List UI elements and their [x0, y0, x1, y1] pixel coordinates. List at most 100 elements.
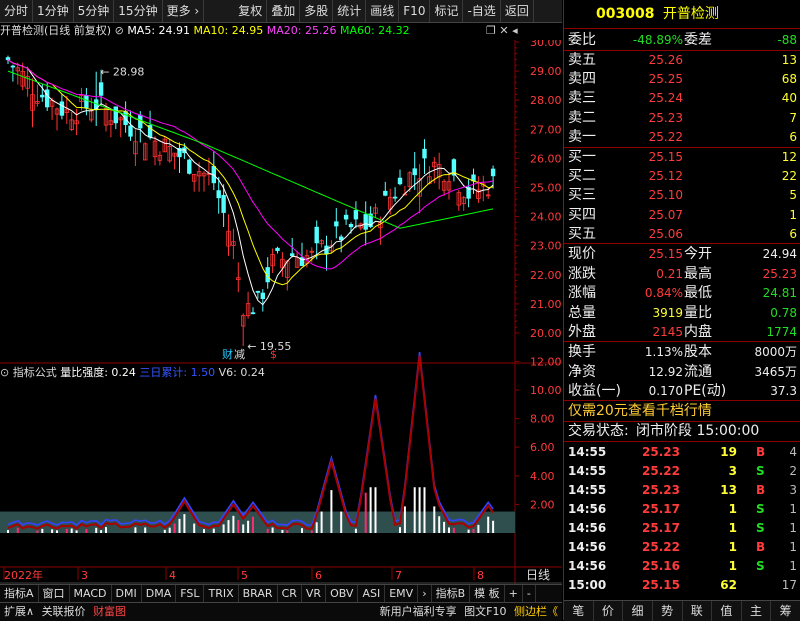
indicator-tab-14[interactable]: 指标B	[432, 585, 471, 602]
toolbar-item-5[interactable]: 复权	[234, 0, 268, 22]
price-axis-label: 22.00	[530, 269, 562, 282]
event-marker-dollar[interactable]: $	[270, 348, 277, 361]
indicator-tab-1[interactable]: 窗口	[39, 585, 70, 602]
period-label[interactable]: 日线	[526, 568, 550, 582]
indicator-tab-0[interactable]: 指标A	[0, 585, 39, 602]
toolbar-item-4[interactable]: 更多 ›	[163, 0, 205, 22]
indicator-tab-10[interactable]: OBV	[326, 585, 359, 602]
candle-body	[5, 57, 11, 61]
ma5-line	[7, 59, 494, 306]
detail-tab-6[interactable]: 主	[742, 601, 772, 621]
expand-button[interactable]: 扩展∧	[4, 605, 34, 618]
toolbar-item-3[interactable]: 15分钟	[114, 0, 163, 22]
detail-tab-4[interactable]: 联	[683, 601, 713, 621]
detail-tab-5[interactable]: 值	[712, 601, 742, 621]
indicator-tab-5[interactable]: FSL	[176, 585, 205, 602]
detail-tab-0[interactable]: 笔	[564, 601, 594, 621]
detail-tab-2[interactable]: 细	[623, 601, 653, 621]
indicator-tab-17[interactable]: -	[523, 585, 536, 602]
indicator-tab-8[interactable]: CR	[278, 585, 302, 602]
detail-tab-3[interactable]: 势	[653, 601, 683, 621]
quote-value: 2145	[652, 325, 683, 339]
toolbar-item-9[interactable]: 画线	[366, 0, 400, 22]
kline-chart[interactable]: 30.00 29.00 28.00 27.00 26.00 25.00 24.00 23.00…	[0, 40, 562, 585]
bid-row: 买三 25.10 5	[564, 185, 800, 205]
indicator-tab-4[interactable]: DMA	[142, 585, 177, 602]
toolbar-item-7[interactable]: 多股	[300, 0, 334, 22]
close-icon[interactable]: ✕	[499, 24, 508, 37]
toolbar-item-12[interactable]: -自选	[463, 0, 501, 22]
toolbar-item-8[interactable]: 统计	[333, 0, 367, 22]
ma10-label: MA10: 24.95	[193, 24, 264, 37]
promo-text[interactable]: 仅需20元查看千档行情	[568, 401, 712, 421]
tick-count: 1	[789, 521, 797, 535]
toolbar-item-0[interactable]: 分时	[0, 0, 34, 22]
indicator-label: 量比强度: 0.24	[60, 366, 136, 379]
indicator-tab-2[interactable]: MACD	[70, 585, 112, 602]
promo-row[interactable]: 仅需20元查看千档行情	[564, 401, 800, 421]
fundamental-label: 净资	[568, 363, 596, 380]
chevron-down-icon[interactable]: ⊙	[0, 366, 9, 379]
toolbar-item-10[interactable]: F10	[399, 0, 431, 22]
tick-count: 3	[789, 483, 797, 497]
candle-body	[250, 312, 256, 315]
indicator-tab-9[interactable]: VR	[302, 585, 327, 602]
f10-link[interactable]: 图文F10	[464, 605, 506, 618]
event-marker-cut[interactable]: 减	[234, 348, 245, 361]
tick-price: 25.17	[642, 502, 680, 516]
toolbar-item-6[interactable]: 叠加	[267, 0, 301, 22]
time-axis-label: 6	[315, 569, 322, 582]
wealth-chart-button[interactable]: 财富图	[93, 605, 126, 618]
ask-price: 25.24	[648, 91, 683, 106]
detail-tab-1[interactable]: 价	[594, 601, 624, 621]
toolbar-item-1[interactable]: 1分钟	[33, 0, 74, 22]
related-quote-button[interactable]: 关联报价	[42, 605, 86, 618]
ask-row: 卖四 25.25 68	[564, 69, 800, 89]
indicator-tab-11[interactable]: ASI	[358, 585, 386, 602]
indicator-tab-13[interactable]: ›	[418, 585, 432, 602]
fundamental-row: 收益(一) 0.170 PE(动) 37.3	[564, 381, 800, 401]
detail-tab-7[interactable]: 筹	[771, 601, 800, 621]
tick-time: 14:55	[568, 445, 607, 459]
tick-row: 14:56 25.17 1 S 1	[564, 518, 800, 538]
arrow-left-icon[interactable]: ◂	[512, 24, 518, 37]
ma20-label: MA20: 25.26	[266, 24, 337, 37]
tick-volume: 1	[728, 521, 737, 535]
tick-price: 25.22	[642, 540, 680, 554]
indicator-tab-7[interactable]: BRAR	[239, 585, 278, 602]
tick-direction: S	[756, 559, 765, 573]
toolbar-item-13[interactable]: 返回	[501, 0, 534, 22]
indicator-tab-6[interactable]: TRIX	[204, 585, 239, 602]
indicator-tab-16[interactable]: +	[505, 585, 523, 602]
toolbar-item-11[interactable]: 标记	[430, 0, 464, 22]
ask-price: 25.23	[648, 110, 683, 125]
settings-circle-icon[interactable]: ⊘	[115, 24, 124, 37]
tick-time: 14:55	[568, 464, 607, 478]
indicator-tab-15[interactable]: 模 板	[470, 585, 505, 602]
quote-value: 24.94	[762, 247, 797, 261]
indicator-tab-12[interactable]: EMV	[385, 585, 419, 602]
price-axis-label: 30.00	[530, 40, 562, 49]
restore-icon[interactable]: ❐	[486, 24, 496, 37]
new-user-link[interactable]: 新用户福利专享	[380, 605, 457, 618]
bid-row: 买二 25.12 22	[564, 166, 800, 186]
event-marker-fin[interactable]: 财	[222, 347, 233, 361]
quote-label: 内盘	[684, 324, 712, 340]
indicator-name[interactable]: 指标公式	[13, 366, 57, 379]
quote-value: 1774	[766, 325, 797, 339]
indicator-tab-3[interactable]: DMI	[112, 585, 142, 602]
indicator-label2: 三日累计: 1.50	[139, 366, 216, 379]
toolbar-item-2[interactable]: 5分钟	[74, 0, 115, 22]
ask-row: 卖三 25.24 40	[564, 88, 800, 108]
sidebar-toggle[interactable]: 侧边栏《	[514, 605, 558, 618]
candle-body	[490, 168, 496, 177]
weicha-label: 委差	[684, 32, 712, 48]
trade-status-value: 闭市阶段 15:00:00	[636, 423, 760, 439]
fundamental-label: 流通	[684, 363, 712, 380]
tick-row: 15:00 25.15 62 17	[564, 575, 800, 595]
fundamental-value: 12.92	[648, 364, 683, 379]
high-marker: ← 28.98	[100, 66, 144, 79]
fundamental-label: 换手	[568, 344, 596, 360]
price-axis-label: 24.00	[530, 211, 562, 224]
indicator-axis-label: 2.00	[530, 498, 555, 511]
